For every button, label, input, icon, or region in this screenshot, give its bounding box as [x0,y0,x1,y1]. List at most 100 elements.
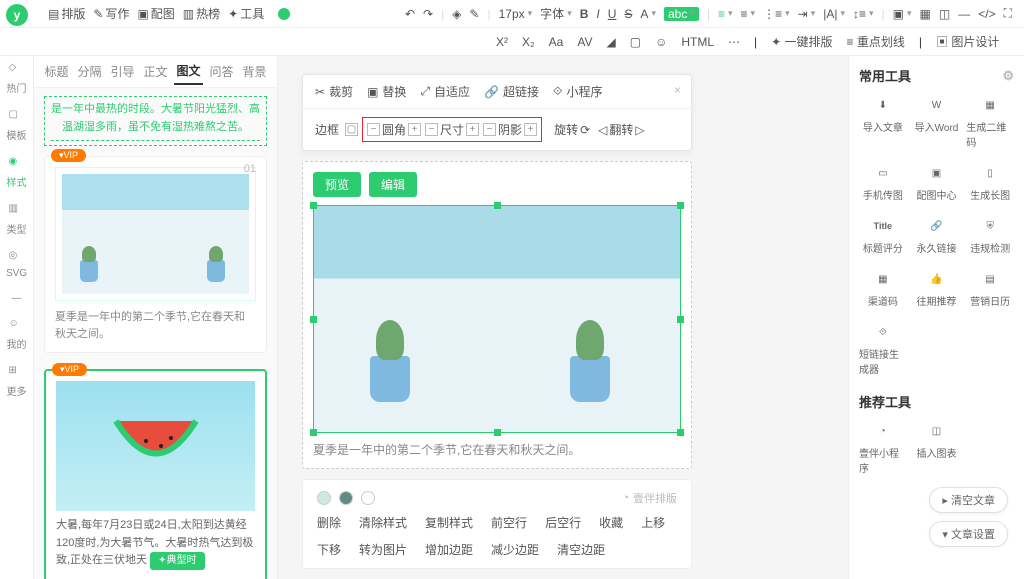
strike-button[interactable]: S [624,7,632,21]
brush-icon[interactable]: ✎ [469,7,479,21]
tab-title[interactable]: 标题 [42,59,70,84]
tool-perma-link[interactable]: 🔗永久链接 [913,216,961,255]
tab-bg[interactable]: 背景 [240,59,268,84]
close-icon[interactable]: × [674,83,681,97]
action-move-up[interactable]: 上移 [641,514,665,531]
rotate-button[interactable]: 旋转 ⟳ [554,121,590,138]
nav-tools[interactable]: ✦ 工具 [228,5,264,22]
format-paint-icon[interactable]: ◈ [452,7,461,21]
nav-hot[interactable]: ▥ 热榜 [183,5,220,22]
rail-more[interactable]: ⊞更多 [7,365,27,398]
tool-import-word[interactable]: W导入Word [913,95,961,149]
letter-spacing-icon[interactable]: AV [577,35,592,49]
tool-gen-qr[interactable]: ▦生成二维码 [966,95,1014,149]
tool-phone-upload[interactable]: ▭手机传图 [859,163,907,202]
redo-icon[interactable]: ↷ [423,7,433,21]
resize-handle[interactable] [310,316,317,323]
html-icon[interactable]: HTML [681,35,714,49]
italic-button[interactable]: I [596,7,599,21]
tool-miniprogram[interactable]: ◔壹伴小程序 [859,421,907,475]
action-copy-style[interactable]: 复制样式 [425,514,473,531]
font-size-select[interactable]: 17px [499,7,533,21]
color-swatch[interactable] [317,491,331,505]
resize-handle[interactable] [677,316,684,323]
tool-image-center[interactable]: ▣配图中心 [913,163,961,202]
action-delete[interactable]: 删除 [317,514,341,531]
resize-handle[interactable] [494,202,501,209]
style-card-1[interactable]: ▾VIP 01 夏季是一年中的第二个季节,它在春天和秋天之间。 [44,156,267,353]
subscript-button[interactable]: X₂ [522,35,535,49]
action-clear-style[interactable]: 清除样式 [359,514,407,531]
fit-button[interactable]: ⤢ 自适应 [420,83,470,100]
superscript-button[interactable]: X² [496,35,508,49]
rail-mine[interactable]: ☺我的 [7,318,27,351]
resize-handle[interactable] [494,429,501,436]
more-icon[interactable]: ⋯ [728,35,740,49]
align-left-icon[interactable]: ≡ [718,7,733,21]
resize-handle[interactable] [310,202,317,209]
one-click-layout[interactable]: ✦ 一键排版 [771,33,832,50]
action-dec-margin[interactable]: 减少边距 [491,541,539,558]
bold-button[interactable]: B [580,7,589,21]
miniprogram-button[interactable]: ⟐ 小程序 [553,83,602,100]
nav-image[interactable]: ▣ 配图 [137,5,174,22]
align-center-icon[interactable]: ≡ [741,7,756,21]
nav-write[interactable]: ✎ 写作 [93,5,129,22]
line-height-icon[interactable]: ↕≡ [853,7,874,21]
resize-handle[interactable] [310,429,317,436]
tool-past-rec[interactable]: 👍往期推荐 [913,269,961,308]
action-after-line[interactable]: 后空行 [545,514,581,531]
border-box-icon[interactable]: ▢ [345,123,358,136]
pic-design[interactable]: ▣ 图片设计 [936,33,1001,50]
insert-icon[interactable]: ▣ [893,7,912,21]
case-icon[interactable]: Aa [549,35,564,49]
tool-import-article[interactable]: ⬇导入文章 [859,95,907,149]
nav-layout[interactable]: ▤ 排版 [48,5,85,22]
preview-button[interactable]: 预览 [313,172,361,197]
indent-icon[interactable]: ⇥ [798,7,816,21]
style-card-2[interactable]: ▾VIP 大暑,每年7月23日或24日,太阳到达黄经120度时,为大暑节气。大暑… [44,369,267,579]
underline-button[interactable]: U [608,7,617,21]
selected-image[interactable] [313,205,681,433]
tab-guide[interactable]: 引导 [108,59,136,84]
code-icon[interactable]: </> [978,7,995,21]
tool-insert-chart[interactable]: ◫插入图表 [913,421,961,475]
fullscreen-icon[interactable]: ⛶ [1004,6,1012,21]
hyperlink-button[interactable]: 🔗 超链接 [484,83,539,100]
rail-svg[interactable]: ◎SVG [6,250,27,279]
highlight-button[interactable]: abc [664,7,699,21]
tool-long-image[interactable]: ▯生成长图 [966,163,1014,202]
border-label[interactable]: 边框 [315,121,339,138]
spacing-icon[interactable]: |A| [823,7,845,21]
action-move-down[interactable]: 下移 [317,541,341,558]
emoji-icon[interactable]: ☺ [655,35,667,49]
font-color-button[interactable]: A [640,7,656,21]
rail-type[interactable]: ▥类型 [7,203,27,236]
color-swatch[interactable] [339,491,353,505]
flip-button[interactable]: ◁ 翻转 ▷ [598,121,644,138]
link-icon[interactable]: ▢ [630,35,641,49]
component-icon[interactable]: ◫ [939,7,950,21]
tool-violation[interactable]: ⛨违规检测 [966,216,1014,255]
list-icon[interactable]: ⋮≡ [763,7,790,21]
edit-button[interactable]: 编辑 [369,172,417,197]
table-icon[interactable]: ▦ [920,7,931,21]
tab-body[interactable]: 正文 [141,59,169,84]
article-settings-button[interactable]: ▾ 文章设置 [929,521,1008,547]
action-inc-margin[interactable]: 增加边距 [425,541,473,558]
tab-qa[interactable]: 问答 [207,59,235,84]
action-before-line[interactable]: 前空行 [491,514,527,531]
tool-calendar[interactable]: ▤营销日历 [966,269,1014,308]
rail-template[interactable]: ▢模板 [7,109,27,142]
radius-chip[interactable]: 圆角 [367,121,421,138]
eraser-icon[interactable]: ◢ [606,35,615,49]
action-clear-margin[interactable]: 清空边距 [557,541,605,558]
action-to-image[interactable]: 转为图片 [359,541,407,558]
resize-handle[interactable] [677,202,684,209]
divider-icon[interactable]: — [958,7,970,21]
tool-short-link[interactable]: ⟐短链接生成器 [859,322,907,376]
tab-image-text[interactable]: 图文 [174,58,202,85]
action-favorite[interactable]: 收藏 [599,514,623,531]
replace-button[interactable]: ▣ 替换 [367,83,406,100]
undo-icon[interactable]: ↶ [405,7,415,21]
